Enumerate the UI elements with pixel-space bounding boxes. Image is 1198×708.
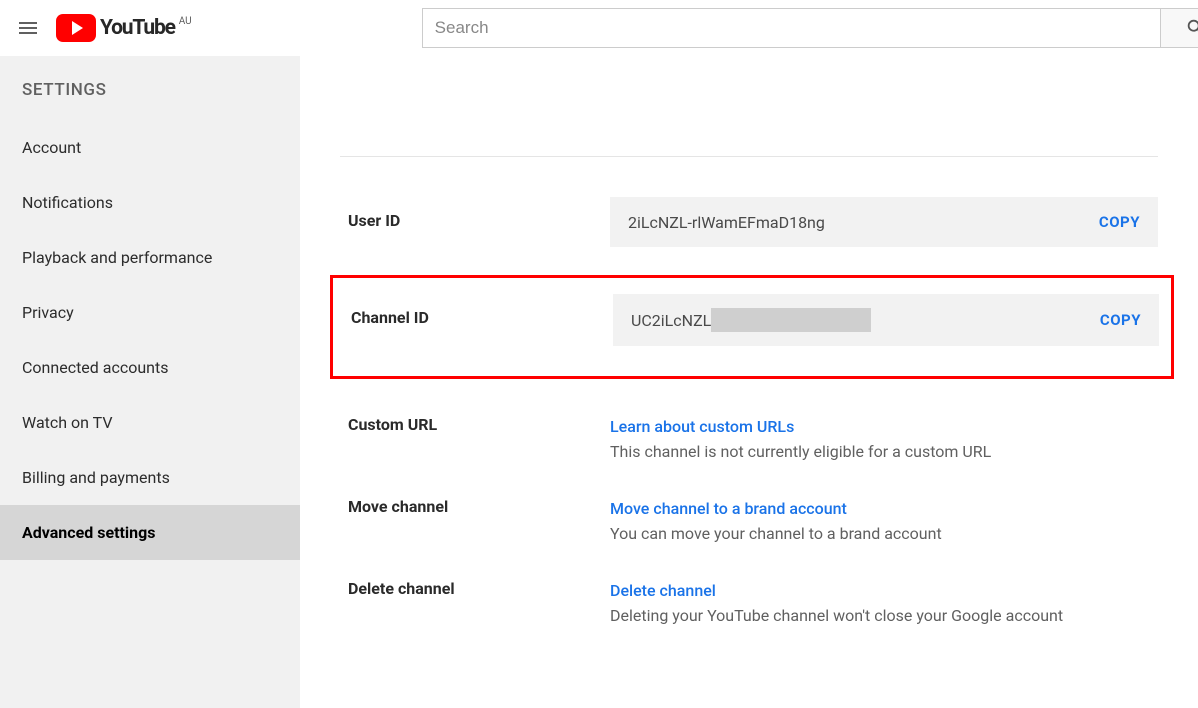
sidebar-item-label: Billing and payments bbox=[22, 468, 170, 487]
sidebar-item-label: Account bbox=[22, 138, 81, 157]
move-channel-row: Move channel Move channel to a brand acc… bbox=[340, 497, 1158, 543]
sidebar-item-billing[interactable]: Billing and payments bbox=[0, 450, 300, 505]
custom-url-body: Learn about custom URLs This channel is … bbox=[610, 415, 1158, 461]
search-button[interactable] bbox=[1160, 8, 1198, 48]
custom-url-label: Custom URL bbox=[340, 415, 610, 434]
play-triangle-icon bbox=[72, 21, 83, 35]
sidebar-item-label: Playback and performance bbox=[22, 248, 212, 267]
top-header: YouTube AU bbox=[0, 0, 1198, 56]
custom-url-link[interactable]: Learn about custom URLs bbox=[610, 417, 794, 436]
copy-user-id-button[interactable]: COPY bbox=[1099, 213, 1140, 231]
channel-id-label: Channel ID bbox=[343, 294, 613, 327]
user-id-value: 2iLcNZL-rlWamEFmaD18ng bbox=[628, 213, 825, 232]
search-bar bbox=[422, 8, 1198, 48]
move-channel-link[interactable]: Move channel to a brand account bbox=[610, 499, 847, 518]
youtube-play-icon bbox=[56, 14, 96, 42]
youtube-logo[interactable]: YouTube AU bbox=[56, 14, 192, 42]
delete-channel-label: Delete channel bbox=[340, 579, 610, 598]
custom-url-desc: This channel is not currently eligible f… bbox=[610, 442, 991, 461]
sidebar-item-advanced-settings[interactable]: Advanced settings bbox=[0, 505, 300, 560]
search-input[interactable] bbox=[422, 8, 1160, 48]
sidebar-item-notifications[interactable]: Notifications bbox=[0, 175, 300, 230]
hamburger-menu-button[interactable] bbox=[16, 8, 40, 48]
main-content: User ID 2iLcNZL-rlWamEFmaD18ng COPY Chan… bbox=[300, 56, 1198, 708]
sidebar-item-label: Advanced settings bbox=[22, 523, 155, 542]
channel-id-prefix: UC2iLcNZL bbox=[631, 311, 711, 330]
youtube-logo-text: YouTube bbox=[100, 16, 175, 40]
delete-channel-link[interactable]: Delete channel bbox=[610, 581, 716, 600]
delete-channel-desc: Deleting your YouTube channel won't clos… bbox=[610, 606, 1063, 625]
sidebar-item-playback[interactable]: Playback and performance bbox=[0, 230, 300, 285]
sidebar-item-label: Notifications bbox=[22, 193, 113, 212]
settings-sidebar: SETTINGS Account Notifications Playback … bbox=[0, 56, 300, 708]
delete-channel-row: Delete channel Delete channel Deleting y… bbox=[340, 579, 1158, 625]
region-code: AU bbox=[179, 16, 192, 27]
user-id-label: User ID bbox=[340, 197, 610, 230]
move-channel-body: Move channel to a brand account You can … bbox=[610, 497, 1158, 543]
channel-id-row: Channel ID UC2iLcNZL COPY bbox=[330, 275, 1174, 379]
sidebar-item-label: Watch on TV bbox=[22, 413, 113, 432]
search-icon bbox=[1185, 17, 1198, 39]
move-channel-desc: You can move your channel to a brand acc… bbox=[610, 524, 942, 543]
sidebar-item-connected-accounts[interactable]: Connected accounts bbox=[0, 340, 300, 395]
copy-channel-id-button[interactable]: COPY bbox=[1100, 311, 1141, 329]
delete-channel-body: Delete channel Deleting your YouTube cha… bbox=[610, 579, 1158, 625]
sidebar-item-label: Privacy bbox=[22, 303, 74, 322]
channel-id-value-box: UC2iLcNZL COPY bbox=[613, 294, 1159, 346]
redacted-block bbox=[711, 308, 871, 332]
move-channel-label: Move channel bbox=[340, 497, 610, 516]
hamburger-icon bbox=[16, 16, 40, 40]
user-id-row: User ID 2iLcNZL-rlWamEFmaD18ng COPY bbox=[340, 197, 1158, 247]
section-divider bbox=[340, 156, 1158, 157]
sidebar-title: SETTINGS bbox=[0, 80, 300, 120]
channel-id-value: UC2iLcNZL bbox=[631, 308, 871, 332]
sidebar-item-watch-on-tv[interactable]: Watch on TV bbox=[0, 395, 300, 450]
sidebar-item-privacy[interactable]: Privacy bbox=[0, 285, 300, 340]
custom-url-row: Custom URL Learn about custom URLs This … bbox=[340, 415, 1158, 461]
sidebar-item-account[interactable]: Account bbox=[0, 120, 300, 175]
user-id-value-box: 2iLcNZL-rlWamEFmaD18ng COPY bbox=[610, 197, 1158, 247]
sidebar-item-label: Connected accounts bbox=[22, 358, 169, 377]
